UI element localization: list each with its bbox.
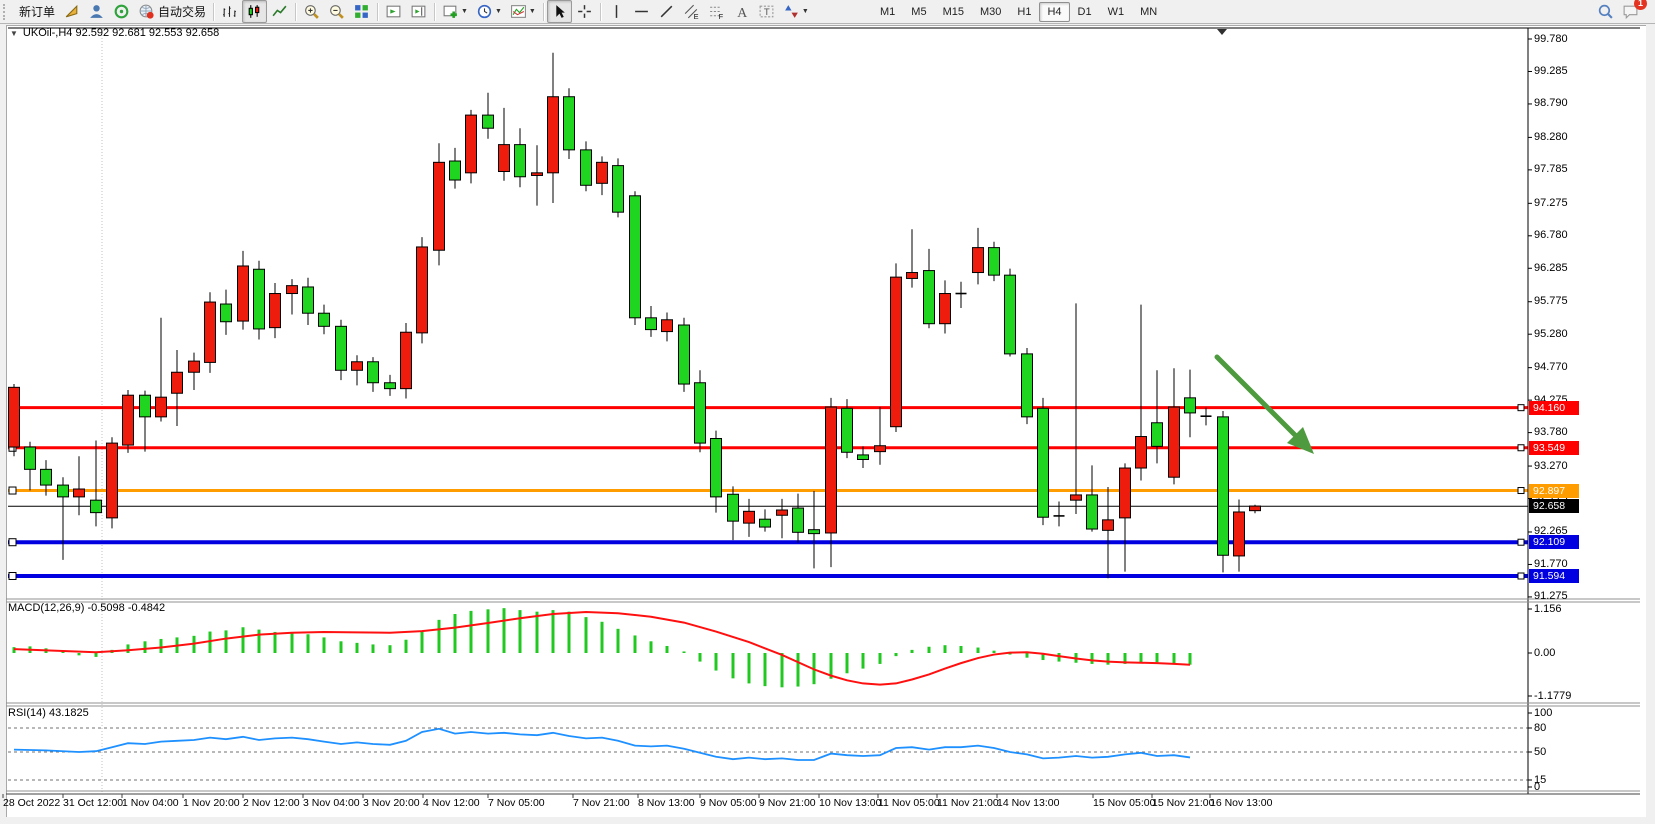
- horizontal-line-icon: [633, 3, 650, 20]
- new-chart-button[interactable]: ▼: [438, 0, 472, 23]
- new-chart-icon: [442, 3, 459, 20]
- search-button[interactable]: [1593, 0, 1618, 23]
- account-icon: [88, 3, 105, 20]
- toolbar-grip[interactable]: [3, 4, 10, 20]
- timeframe-w1-button[interactable]: W1: [1100, 2, 1133, 22]
- svg-text:T: T: [764, 7, 770, 18]
- shapes-button[interactable]: ▼: [779, 0, 813, 23]
- dropdown-caret-icon[interactable]: ▼: [461, 8, 468, 15]
- line-chart-button[interactable]: [267, 0, 292, 23]
- auto-trading-label: 自动交易: [158, 3, 206, 20]
- line-chart-icon: [271, 3, 288, 20]
- time-axis[interactable]: [8, 793, 1528, 815]
- timeframe-h4-button[interactable]: H4: [1039, 2, 1069, 22]
- chart-autoscroll-button[interactable]: [406, 0, 431, 23]
- timeframe-h1-button[interactable]: H1: [1009, 2, 1039, 22]
- zoom-out-button[interactable]: [324, 0, 349, 23]
- auto-trading-button[interactable]: 自动交易: [134, 0, 210, 23]
- toolbar-separator: [434, 3, 435, 21]
- bar-chart-icon: [221, 3, 238, 20]
- gold-arrow-icon: [63, 3, 80, 20]
- auto-trading-icon: [138, 3, 155, 20]
- toolbar-right-icons: 1: [1593, 1, 1643, 22]
- cursor-icon: [551, 3, 568, 20]
- chart-shift-button[interactable]: [381, 0, 406, 23]
- new-order-label: 新订单: [19, 3, 55, 20]
- toolbar-separator: [543, 3, 544, 21]
- timeframe-m5-button[interactable]: M5: [903, 2, 934, 22]
- chart-title: ▼ UKOil-,H4 92.592 92.681 92.553 92.658: [10, 27, 219, 39]
- svg-text:A: A: [737, 5, 747, 20]
- channel-button[interactable]: E: [679, 0, 704, 23]
- horizontal-line-button[interactable]: [629, 0, 654, 23]
- timeframe-m15-button[interactable]: M15: [935, 2, 972, 22]
- trendline-button[interactable]: [654, 0, 679, 23]
- channel-icon: E: [683, 3, 700, 20]
- crosshair-icon: [576, 3, 593, 20]
- notification-badge[interactable]: 1: [1634, 0, 1647, 10]
- toolbar-separator: [213, 3, 214, 21]
- cursor-button[interactable]: [547, 0, 572, 23]
- new-order-button[interactable]: 新订单: [12, 0, 59, 23]
- text-label-icon: T: [758, 3, 775, 20]
- candles-button[interactable]: [242, 0, 267, 23]
- timeframe-m1-button[interactable]: M1: [872, 2, 903, 22]
- dropdown-caret-icon[interactable]: ▼: [802, 8, 809, 15]
- signals-button[interactable]: [109, 0, 134, 23]
- window-frame-bottom: [0, 817, 1655, 824]
- zoom-in-icon: [303, 3, 320, 20]
- window-frame-right: [1646, 24, 1655, 824]
- dropdown-caret-icon[interactable]: ▼: [529, 8, 536, 15]
- clock-button[interactable]: ▼: [472, 0, 506, 23]
- vertical-line-icon: [608, 3, 625, 20]
- text-button[interactable]: A: [729, 0, 754, 23]
- bar-chart-button[interactable]: [217, 0, 242, 23]
- timeframe-d1-button[interactable]: D1: [1070, 2, 1100, 22]
- text-icon: A: [733, 3, 750, 20]
- clock-icon: [476, 3, 493, 20]
- fibonacci-button[interactable]: F: [704, 0, 729, 23]
- chart-autoscroll-icon: [410, 3, 427, 20]
- tile-windows-button[interactable]: [349, 0, 374, 23]
- timeframe-m30-button[interactable]: M30: [972, 2, 1009, 22]
- macd-indicator-label: MACD(12,26,9) -0.5098 -0.4842: [8, 602, 165, 614]
- svg-text:E: E: [693, 12, 698, 20]
- indicators-icon: [510, 3, 527, 20]
- chart-canvas[interactable]: [0, 0, 1655, 824]
- toolbar: 新订单 自动交易 ▼▼▼ EFAT▼ M1M5M15M30H1H4D1W1MN …: [0, 0, 1655, 24]
- search-icon: [1597, 3, 1614, 20]
- gold-arrow-button[interactable]: [59, 0, 84, 23]
- toolbar-separator: [377, 3, 378, 21]
- price-axis[interactable]: [1528, 28, 1640, 793]
- chart-shift-icon: [385, 3, 402, 20]
- signals-icon: [113, 3, 130, 20]
- shapes-icon: [783, 3, 800, 20]
- zoom-in-button[interactable]: [299, 0, 324, 23]
- text-label-button[interactable]: T: [754, 0, 779, 23]
- svg-text:F: F: [718, 12, 723, 20]
- indicators-button[interactable]: ▼: [506, 0, 540, 23]
- account-button[interactable]: [84, 0, 109, 23]
- trendline-icon: [658, 3, 675, 20]
- chat-button[interactable]: 1: [1618, 0, 1643, 23]
- chart-title-text: UKOil-,H4 92.592 92.681 92.553 92.658: [23, 27, 219, 39]
- timeframe-toolbar: M1M5M15M30H1H4D1W1MN: [872, 1, 1165, 22]
- toolbar-separator: [600, 3, 601, 21]
- tile-windows-icon: [353, 3, 370, 20]
- zoom-out-icon: [328, 3, 345, 20]
- toolbar-separator: [295, 3, 296, 21]
- candles-icon: [246, 3, 263, 20]
- fibonacci-icon: F: [708, 3, 725, 20]
- timeframe-mn-button[interactable]: MN: [1132, 2, 1165, 22]
- vertical-line-button[interactable]: [604, 0, 629, 23]
- one-click-trading-toggle-icon[interactable]: ▼: [10, 29, 18, 38]
- crosshair-button[interactable]: [572, 0, 597, 23]
- dropdown-caret-icon[interactable]: ▼: [495, 8, 502, 15]
- rsi-indicator-label: RSI(14) 43.1825: [8, 707, 89, 719]
